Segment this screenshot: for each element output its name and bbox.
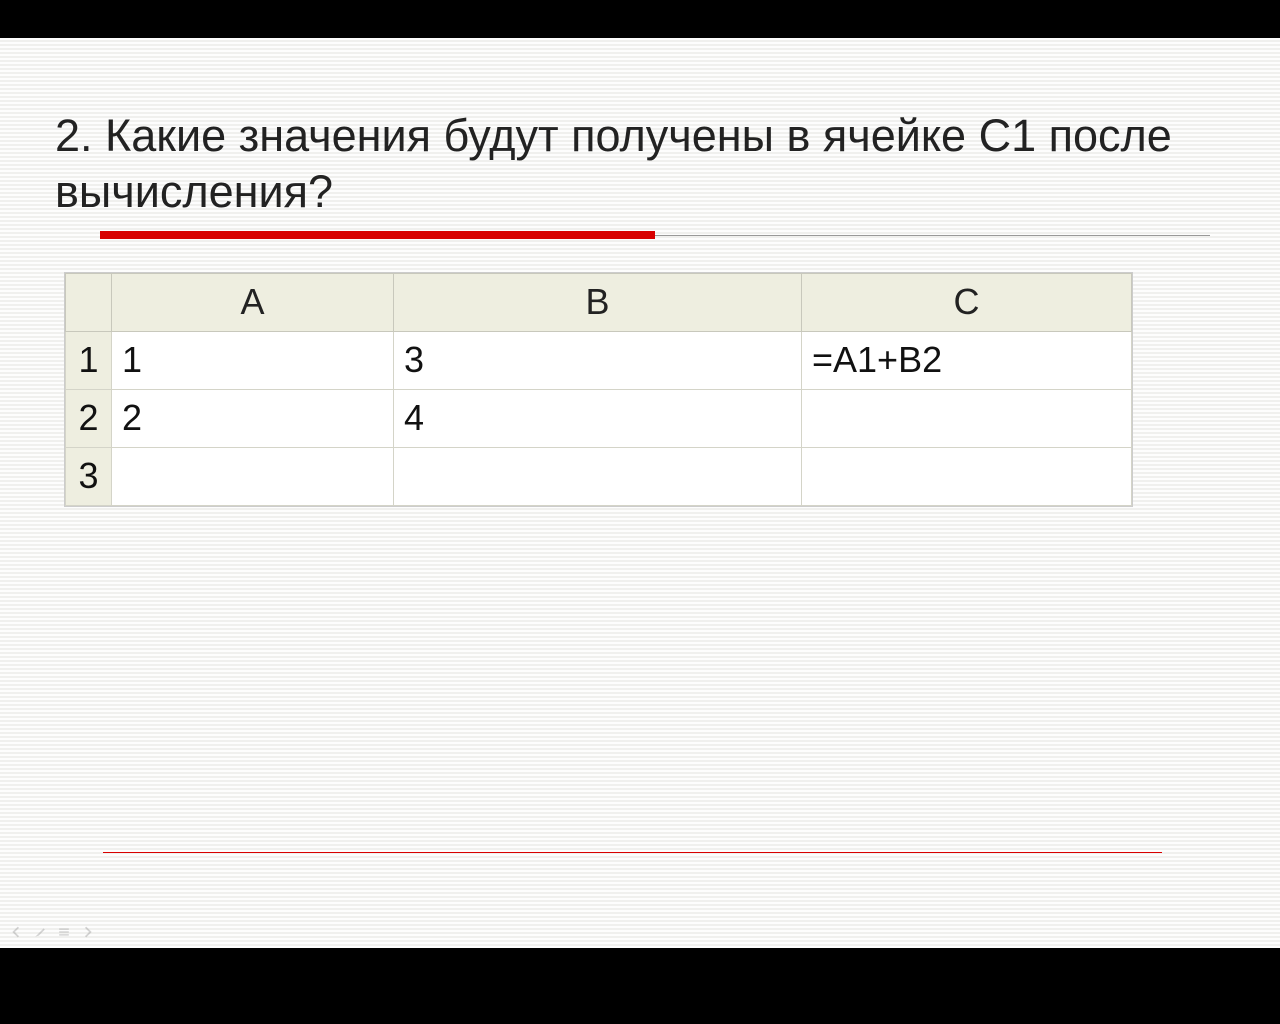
corner-cell bbox=[66, 273, 112, 331]
cell-a1: 1 bbox=[112, 331, 394, 389]
table-row: 1 1 3 =A1+B2 bbox=[66, 331, 1132, 389]
bottom-black-bar bbox=[0, 948, 1280, 1024]
table-row: 2 2 4 bbox=[66, 389, 1132, 447]
prev-icon[interactable] bbox=[8, 924, 24, 940]
cell-b1: 3 bbox=[394, 331, 802, 389]
menu-icon[interactable] bbox=[56, 924, 72, 940]
col-header-c: C bbox=[802, 273, 1132, 331]
cell-a3 bbox=[112, 447, 394, 505]
cell-b3 bbox=[394, 447, 802, 505]
col-header-a: A bbox=[112, 273, 394, 331]
spreadsheet-table: A B C 1 1 3 =A1+B2 2 2 4 3 bbox=[65, 273, 1132, 506]
cell-c2 bbox=[802, 389, 1132, 447]
slide: 2. Какие значения будут получены в ячейк… bbox=[0, 38, 1280, 948]
header-row: A B C bbox=[66, 273, 1132, 331]
cell-b2: 4 bbox=[394, 389, 802, 447]
underline-gray-segment bbox=[655, 235, 1210, 236]
row-header-3: 3 bbox=[66, 447, 112, 505]
next-icon[interactable] bbox=[80, 924, 96, 940]
table-row: 3 bbox=[66, 447, 1132, 505]
underline-red-segment bbox=[100, 231, 655, 239]
nav-controls bbox=[8, 924, 96, 940]
cell-c1: =A1+B2 bbox=[802, 331, 1132, 389]
question-title: 2. Какие значения будут получены в ячейк… bbox=[55, 108, 1225, 221]
footer-divider bbox=[103, 852, 1162, 853]
col-header-b: B bbox=[394, 273, 802, 331]
pen-icon[interactable] bbox=[32, 924, 48, 940]
cell-a2: 2 bbox=[112, 389, 394, 447]
row-header-1: 1 bbox=[66, 331, 112, 389]
cell-c3 bbox=[802, 447, 1132, 505]
title-underline bbox=[55, 231, 1225, 241]
row-header-2: 2 bbox=[66, 389, 112, 447]
